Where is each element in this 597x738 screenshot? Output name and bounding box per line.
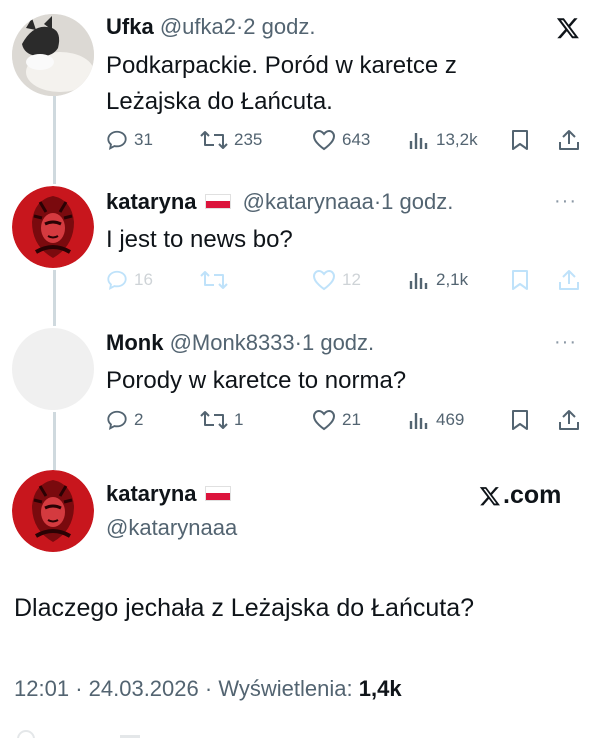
tweet-2-handle[interactable]: @katarynaaa [243,189,374,214]
x-logo-icon [479,486,500,505]
tweet-2-bookmark-button[interactable] [510,266,530,294]
tweet-3-handle[interactable]: @Monk8333 [170,330,295,355]
tweet-3-more-button[interactable]: ··· [554,331,577,354]
main-tweet-time[interactable]: 12:01 [14,676,69,701]
main-tweet-header: kataryna [106,481,231,507]
like-icon [312,409,336,431]
tweet-1-share-button[interactable] [558,126,580,154]
tweet-1-reply-button[interactable]: 31 [106,126,153,154]
avatar-kataryna[interactable] [12,186,94,268]
thread-line-2 [53,270,56,326]
tweet-2-like-button[interactable]: 12 [312,266,361,294]
tweet-3-text-line-1: Porody w karetce to norma? [106,367,407,394]
reply-icon [107,270,127,290]
tweet-3-time[interactable]: 1 godz. [302,330,374,355]
tweet-3-views-count: 469 [436,410,465,429]
tweet-1-retweet-count: 235 [234,130,263,149]
avatar-kataryna-main[interactable] [12,470,94,552]
thread-line-1 [53,96,56,184]
tweet-1-actions: 31 235 643 13,2k [106,126,586,154]
xcom-label: .com [503,481,562,509]
bookmark-icon [512,410,528,430]
main-tweet-handle-line: @katarynaaa [106,515,237,541]
poland-flag-icon [204,193,231,209]
bottom-cut-off-actions [0,726,597,738]
tweet-2-views-button[interactable]: 2,1k [408,266,468,294]
tweet-2-like-count: 12 [342,270,361,289]
share-icon [559,130,579,150]
main-tweet-handle[interactable]: @katarynaaa [106,515,237,540]
tweet-1-header: Ufka @ufka2·2 godz. [106,14,315,40]
tweet-1-views-button[interactable]: 13,2k [408,126,478,154]
retweet-icon [200,411,228,429]
like-icon [312,269,336,291]
retweet-icon [200,271,228,289]
views-icon [409,133,428,149]
tweet-2-reply-button[interactable]: 16 [106,266,153,294]
reply-icon [107,130,127,150]
tweet-3-share-button[interactable] [558,406,580,434]
bookmark-icon [512,130,528,150]
avatar-ufka[interactable] [12,14,94,96]
retweet-icon [200,131,228,149]
main-tweet-date[interactable]: 24.03.2026 [89,676,199,701]
bookmark-icon [512,270,528,290]
tweet-1-like-count: 643 [342,130,371,149]
tweet-2-header: kataryna @katarynaaa·1 godz. [106,189,453,215]
views-icon [409,413,428,429]
tweet-1-username[interactable]: Ufka [106,14,154,39]
tweet-1-time[interactable]: 2 godz. [243,14,315,39]
tweet-1-handle[interactable]: @ufka2 [160,14,236,39]
tweet-2-username[interactable]: kataryna [106,189,197,214]
tweet-1-views-count: 13,2k [436,130,478,149]
tweet-3-like-button[interactable]: 21 [312,406,361,434]
tweet-3-text: Porody w karetce to norma? [106,363,406,399]
tweet-2-text-line-1: I jest to news bo? [106,226,293,253]
tweet-3-bookmark-button[interactable] [510,406,530,434]
main-tweet-views-label: Wyświetlenia: [218,676,353,701]
tweet-2-share-button[interactable] [558,266,580,294]
tweet-3-dot: · [294,330,302,355]
tweet-1-like-button[interactable]: 643 [312,126,370,154]
poland-flag-icon [204,485,231,501]
main-tweet-views-value: 1,4k [358,676,402,701]
main-tweet-sep-1: · [75,676,83,701]
tweet-2-more-button[interactable]: ··· [554,190,577,213]
tweet-3-like-count: 21 [342,410,361,429]
avatar-monk[interactable] [12,328,94,410]
tweet-3-header: Monk @Monk8333·1 godz. [106,330,374,356]
tweet-1-text: Podkarpackie. Poród w karetce z Leżajska… [106,48,457,120]
tweet-3-retweet-button[interactable]: 1 [200,406,243,434]
tweet-3-username[interactable]: Monk [106,330,163,355]
tweet-1-reply-count: 31 [134,130,153,149]
tweet-2-text: I jest to news bo? [106,222,293,258]
tweet-2-views-count: 2,1k [436,270,469,289]
share-icon [559,270,579,290]
tweet-2-reply-count: 16 [134,270,153,289]
thread-line-3 [53,412,56,470]
tweet-3-reply-button[interactable]: 2 [106,406,143,434]
tweet-3-reply-count: 2 [134,410,144,429]
x-logo-icon [555,16,581,45]
tweet-2-time[interactable]: 1 godz. [381,189,453,214]
tweet-3-retweet-count: 1 [234,410,244,429]
xcom-link[interactable]: .com [478,481,561,510]
main-tweet-meta: 12:01 · 24.03.2026 · Wyświetlenia: 1,4k [14,676,402,702]
reply-icon [107,410,127,430]
tweet-1-text-line-1: Podkarpackie. Poród w karetce z [106,52,457,79]
tweet-3-actions: 2 1 21 469 [106,406,586,434]
like-icon [312,129,336,151]
tweet-1-text-line-2: Leżajska do Łańcuta. [106,88,333,115]
tweet-1-bookmark-button[interactable] [510,126,530,154]
views-icon [409,273,428,289]
main-tweet-username[interactable]: kataryna [106,481,197,506]
tweet-3-views-button[interactable]: 469 [408,406,464,434]
main-tweet-text: Dlaczego jechała z Leżajska do Łańcuta? [14,594,475,622]
tweet-1-retweet-button[interactable]: 235 [200,126,262,154]
tweet-2-retweet-button[interactable] [200,266,228,294]
share-icon [559,410,579,430]
tweet-2-actions: 16 12 2,1k [106,266,586,294]
main-tweet-sep-2: · [204,676,213,701]
